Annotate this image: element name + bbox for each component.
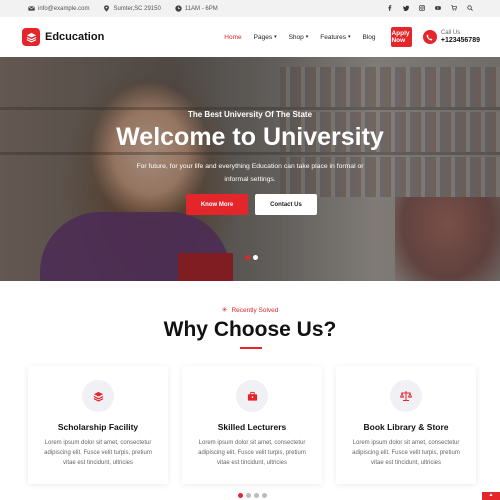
- hero-title: Welcome to University: [116, 123, 384, 151]
- layers-icon: [82, 380, 114, 412]
- nav-pages-label: Pages: [253, 33, 273, 41]
- scale-icon: [390, 380, 422, 412]
- chevron-down-icon: ▾: [347, 34, 351, 40]
- card-description: Lorem ipsum dolor sit amet, consectetur …: [198, 440, 306, 466]
- pagination-dot[interactable]: [246, 493, 251, 498]
- apply-now-button[interactable]: Apply Now: [391, 27, 412, 47]
- logo-stack-icon: [22, 28, 40, 46]
- card-title: Skilled Lecturers: [217, 422, 287, 432]
- nav-blog-label: Blog: [362, 33, 376, 41]
- phone-icon: [422, 30, 437, 44]
- instagram-icon[interactable]: [414, 4, 430, 13]
- main-nav: Home Pages ▾ Shop ▾ Features ▾ Blog: [224, 34, 387, 41]
- location-info: Sumter,SC 29150: [103, 5, 161, 12]
- twitter-icon[interactable]: [398, 5, 414, 13]
- nav-features-label: Features: [320, 33, 346, 41]
- nav-shop-label: Shop: [288, 33, 304, 41]
- mail-icon: [28, 5, 35, 12]
- card-title: Scholarship Facility: [57, 422, 139, 432]
- hero-description: For future, for your life and everything…: [136, 163, 364, 183]
- sparkle-icon: ✳: [221, 307, 228, 314]
- pagination-dot[interactable]: [254, 493, 259, 498]
- scroll-to-top-button[interactable]: ▲: [482, 492, 500, 500]
- slider-dot[interactable]: [245, 255, 250, 260]
- chevron-down-icon: ▾: [274, 34, 277, 40]
- logo-text: Edcucation: [45, 31, 105, 43]
- logo[interactable]: Edcucation: [22, 28, 104, 46]
- site-header: Edcucation Home Pages ▾ Shop ▾ Features ▾ B…: [0, 17, 500, 57]
- clock-icon: [175, 5, 182, 12]
- map-pin-icon: [103, 5, 110, 12]
- title-underline: [240, 347, 262, 349]
- email-info[interactable]: info@example.com: [28, 5, 89, 12]
- feature-card[interactable]: Scholarship Facility Lorem ipsum dolor s…: [28, 366, 168, 484]
- call-number: +123456789: [440, 37, 480, 44]
- pagination-dot[interactable]: [262, 493, 267, 498]
- search-icon[interactable]: [462, 4, 478, 13]
- nav-home-label: Home: [224, 33, 242, 41]
- chevron-down-icon: ▾: [305, 34, 309, 40]
- hero-slider-dots: [245, 255, 261, 260]
- section-tag-label: Recently Solved: [231, 306, 279, 314]
- hours-text: 11AM - 6PM: [184, 5, 218, 12]
- nav-shop[interactable]: Shop ▾: [289, 34, 309, 41]
- feature-card[interactable]: Skilled Lecturers Lorem ipsum dolor sit …: [182, 366, 322, 484]
- section-title: Why Choose Us?: [163, 318, 337, 341]
- briefcase-icon: [236, 380, 268, 412]
- section-tag: ✳ Recently Solved: [0, 306, 500, 315]
- call-label: Call Us: [440, 30, 461, 36]
- youtube-icon[interactable]: [430, 5, 446, 13]
- facebook-icon[interactable]: [382, 4, 398, 13]
- location-text: Sumter,SC 29150: [113, 5, 161, 12]
- contact-us-button[interactable]: Contact Us: [255, 194, 317, 215]
- feature-card[interactable]: Book Library & Store Lorem ipsum dolor s…: [336, 366, 476, 484]
- card-description: Lorem ipsum dolor sit amet, consectetur …: [44, 440, 152, 466]
- pagination-dot[interactable]: [238, 493, 243, 498]
- card-description: Lorem ipsum dolor sit amet, consectetur …: [352, 440, 460, 466]
- hero-subtitle: The Best University Of The State: [187, 110, 313, 119]
- cart-icon[interactable]: [446, 4, 462, 13]
- hours-info: 11AM - 6PM: [175, 5, 218, 12]
- email-text: info@example.com: [38, 5, 90, 12]
- nav-home[interactable]: Home: [224, 34, 241, 41]
- hero-banner: The Best University Of The State Welcome…: [0, 57, 500, 281]
- cards-pagination: [238, 493, 270, 498]
- nav-blog[interactable]: Blog: [362, 34, 375, 41]
- know-more-button[interactable]: Know More: [186, 194, 248, 215]
- card-title: Book Library & Store: [363, 422, 449, 432]
- chevron-up-icon: ▲: [488, 492, 494, 498]
- top-bar: info@example.com Sumter,SC 29150 11AM - …: [0, 0, 500, 17]
- nav-pages[interactable]: Pages ▾: [254, 34, 277, 41]
- social-links: [382, 4, 478, 13]
- call-us[interactable]: Call Us +123456789: [422, 30, 480, 44]
- nav-features[interactable]: Features ▾: [320, 34, 350, 41]
- slider-dot[interactable]: [253, 255, 258, 260]
